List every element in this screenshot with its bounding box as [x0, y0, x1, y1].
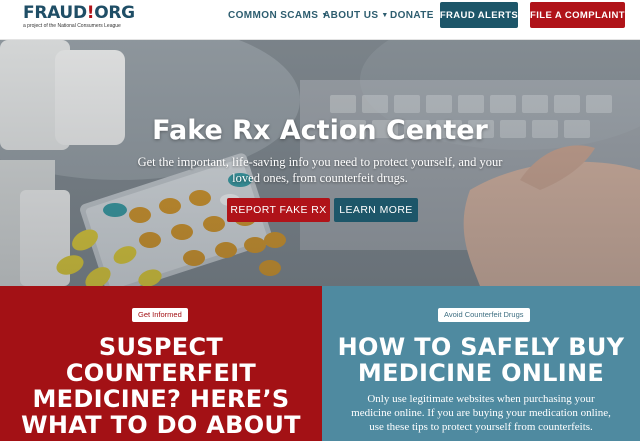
file-complaint-button[interactable]: FILE A COMPLAINT: [530, 2, 625, 28]
caret-down-icon: ▼: [381, 12, 389, 19]
hero-subtitle: Get the important, life-saving info you …: [137, 155, 503, 185]
hero-title: Fake Rx Action Center: [152, 115, 488, 146]
buy-medicine-online-body: Only use legitimate websites when purcha…: [351, 393, 611, 433]
heading-line: COUNTERFEIT: [65, 359, 257, 387]
fraud-alerts-button[interactable]: FRAUD ALERTS: [440, 2, 518, 28]
fraud-org-logo[interactable]: FRAUD!ORG a project of the National Cons…: [23, 3, 135, 36]
get-informed-badge: Get Informed: [132, 308, 188, 322]
nav-about-us-label: ABOUT US: [323, 10, 379, 21]
buy-medicine-online-heading[interactable]: HOW TO SAFELY BUY MEDICINE ONLINE: [322, 334, 640, 386]
avoid-counterfeit-drugs-badge: Avoid Counterfeit Drugs: [438, 308, 530, 322]
report-fake-rx-button[interactable]: REPORT FAKE RX: [227, 198, 330, 222]
nav-common-scams[interactable]: COMMON SCAMS ▼: [228, 10, 329, 22]
nav-about-us[interactable]: ABOUT US ▼: [323, 10, 389, 22]
heading-line: WHAT TO DO ABOUT: [21, 411, 301, 439]
heading-line: HOW TO SAFELY BUY: [337, 333, 625, 361]
logo-wordmark: FRAUD!ORG: [23, 3, 135, 23]
suspect-counterfeit-panel[interactable]: Get Informed SUSPECT COUNTERFEIT MEDICIN…: [0, 286, 322, 441]
logo-tagline: a project of the National Consumers Leag…: [23, 23, 121, 29]
heading-line: MEDICINE? HERE’S: [32, 385, 290, 413]
heading-line: SUSPECT: [98, 333, 224, 361]
heading-line: MEDICINE ONLINE: [357, 359, 605, 387]
nav-donate[interactable]: DONATE: [390, 10, 434, 22]
suspect-counterfeit-heading[interactable]: SUSPECT COUNTERFEIT MEDICINE? HERE’S WHA…: [0, 334, 322, 438]
hero-banner: Fake Rx Action Center Get the important,…: [0, 40, 640, 286]
buy-medicine-online-panel[interactable]: Avoid Counterfeit Drugs HOW TO SAFELY BU…: [322, 286, 640, 441]
site-header: FRAUD!ORG a project of the National Cons…: [0, 0, 640, 40]
learn-more-button[interactable]: LEARN MORE: [334, 198, 418, 222]
nav-common-scams-label: COMMON SCAMS: [228, 10, 319, 21]
